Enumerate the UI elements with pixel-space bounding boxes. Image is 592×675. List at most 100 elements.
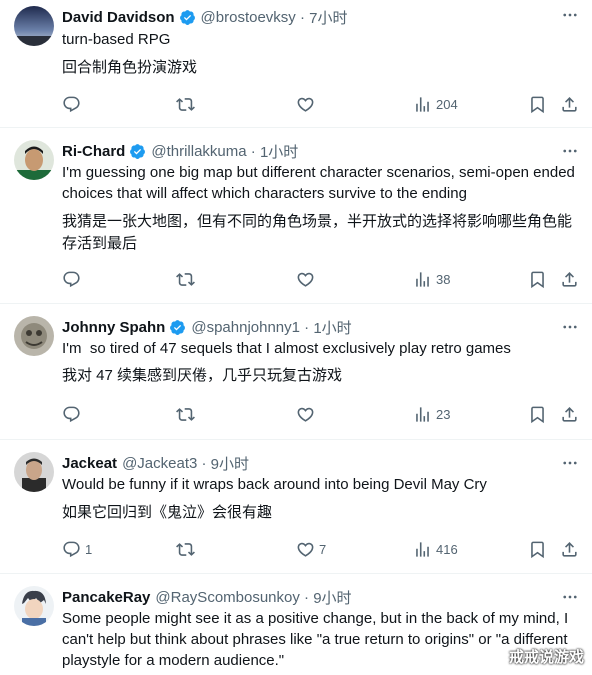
handle[interactable]: @brostoevksy bbox=[201, 9, 296, 26]
bookmark-button[interactable] bbox=[528, 540, 547, 559]
like-count: 7 bbox=[319, 542, 327, 557]
share-button[interactable] bbox=[560, 95, 579, 114]
like-button[interactable]: 7 bbox=[296, 540, 326, 559]
display-name[interactable]: Ri-Chard bbox=[62, 143, 125, 160]
retweet-button[interactable] bbox=[176, 405, 199, 424]
action-bar: 1 7 416 bbox=[58, 540, 582, 564]
timestamp[interactable]: 1小时 bbox=[260, 141, 298, 162]
more-options-icon[interactable] bbox=[560, 318, 580, 336]
timestamp[interactable]: 9小时 bbox=[211, 453, 249, 474]
reply-icon bbox=[63, 541, 80, 558]
display-name[interactable]: Jackeat bbox=[62, 455, 117, 472]
view-count: 204 bbox=[436, 97, 458, 112]
reply-button[interactable] bbox=[62, 270, 85, 289]
analytics-icon bbox=[416, 407, 429, 422]
tweet-header: Ri-Chard @thrillakkuma · 1小时 bbox=[62, 140, 552, 162]
analytics-icon bbox=[416, 542, 429, 557]
handle[interactable]: @Jackeat3 bbox=[122, 455, 197, 472]
tweet-text-en: I'm so tired of 47 sequels that I almost… bbox=[62, 340, 511, 357]
tweet-header: Johnny Spahn @spahnjohnny1 · 1小时 bbox=[62, 316, 552, 338]
timestamp[interactable]: 1小时 bbox=[313, 317, 351, 338]
tweet-text-zh: 如果它回归到《鬼泣》会很有趣 bbox=[62, 504, 273, 521]
tweet[interactable]: David Davidson @brostoevksy · 7小时 turn-b… bbox=[0, 0, 592, 128]
avatar[interactable] bbox=[14, 6, 54, 46]
tweet-text-en: Some people might see it as a positive c… bbox=[62, 610, 569, 669]
display-name[interactable]: PancakeRay bbox=[62, 589, 150, 606]
retweet-button[interactable] bbox=[176, 540, 199, 559]
reply-button[interactable] bbox=[62, 405, 85, 424]
watermark: 戒戒说游戏 bbox=[508, 649, 584, 666]
separator-dot: · bbox=[197, 454, 211, 472]
bookmark-button[interactable] bbox=[528, 270, 547, 289]
separator-dot: · bbox=[295, 8, 310, 26]
action-bar: 204 bbox=[58, 95, 582, 119]
more-options-icon[interactable] bbox=[560, 142, 580, 160]
tweet[interactable]: Jackeat @Jackeat3 · 9小时 Would be funny i… bbox=[0, 440, 592, 574]
tweet-text: Some people might see it as a positive c… bbox=[62, 608, 580, 671]
bookmark-icon bbox=[531, 541, 544, 559]
more-options-icon[interactable] bbox=[560, 454, 580, 472]
timestamp[interactable]: 9小时 bbox=[313, 587, 351, 608]
tweet-text-en: Would be funny if it wraps back around i… bbox=[62, 476, 487, 493]
tweet-text-en: turn-based RPG bbox=[62, 31, 171, 48]
verified-badge-icon bbox=[170, 319, 186, 335]
timestamp[interactable]: 7小时 bbox=[309, 7, 347, 28]
separator-dot: · bbox=[299, 588, 314, 606]
views-button[interactable]: 416 bbox=[413, 540, 458, 559]
avatar[interactable] bbox=[14, 452, 54, 492]
tweet-header: David Davidson @brostoevksy · 7小时 bbox=[62, 6, 552, 28]
tweet[interactable]: Johnny Spahn @spahnjohnny1 · 1小时 I'm so … bbox=[0, 304, 592, 440]
tweet-text: Would be funny if it wraps back around i… bbox=[62, 474, 580, 523]
separator-dot: · bbox=[299, 318, 314, 336]
avatar[interactable] bbox=[14, 586, 54, 626]
reply-icon bbox=[63, 96, 80, 113]
retweet-icon bbox=[176, 543, 195, 556]
more-options-icon[interactable] bbox=[560, 588, 580, 606]
handle[interactable]: @thrillakkuma bbox=[151, 143, 246, 160]
like-button[interactable] bbox=[296, 95, 319, 114]
reply-button[interactable] bbox=[62, 95, 85, 114]
retweet-icon bbox=[176, 98, 195, 111]
avatar[interactable] bbox=[14, 316, 54, 356]
bookmark-button[interactable] bbox=[528, 405, 547, 424]
tweet[interactable]: PancakeRay @RayScombosunkoy · 9小时 Some p… bbox=[0, 574, 592, 675]
like-button[interactable] bbox=[296, 270, 319, 289]
analytics-icon bbox=[416, 97, 429, 112]
reply-icon bbox=[63, 271, 80, 288]
tweet-text: I'm so tired of 47 sequels that I almost… bbox=[62, 338, 580, 386]
reply-icon bbox=[63, 406, 80, 423]
share-icon bbox=[562, 97, 577, 112]
share-icon bbox=[562, 542, 577, 557]
view-count: 23 bbox=[436, 407, 451, 422]
views-button[interactable]: 23 bbox=[413, 405, 450, 424]
display-name[interactable]: Johnny Spahn bbox=[62, 319, 165, 336]
tweet-text-zh: 回合制角色扮演游戏 bbox=[62, 59, 198, 76]
reply-count: 1 bbox=[85, 542, 93, 557]
heart-icon bbox=[297, 97, 314, 112]
retweet-button[interactable] bbox=[176, 270, 199, 289]
share-button[interactable] bbox=[560, 540, 579, 559]
verified-badge-icon bbox=[130, 143, 146, 159]
tweet-text: I'm guessing one big map but different c… bbox=[62, 162, 580, 255]
heart-icon bbox=[297, 407, 314, 422]
bookmark-button[interactable] bbox=[528, 95, 547, 114]
share-icon bbox=[562, 272, 577, 287]
retweet-button[interactable] bbox=[176, 95, 199, 114]
share-button[interactable] bbox=[560, 405, 579, 424]
like-button[interactable] bbox=[296, 405, 319, 424]
share-button[interactable] bbox=[560, 270, 579, 289]
avatar[interactable] bbox=[14, 140, 54, 180]
action-bar: 23 bbox=[58, 405, 582, 429]
views-button[interactable]: 38 bbox=[413, 270, 450, 289]
tweet-text-zh: 我猜是一张大地图，但有不同的角色场景，半开放式的选择将影响哪些角色能存活到最后 bbox=[62, 213, 573, 252]
tweet[interactable]: Ri-Chard @thrillakkuma · 1小时 I'm guessin… bbox=[0, 128, 592, 304]
verified-badge-icon bbox=[179, 9, 195, 25]
reply-button[interactable]: 1 bbox=[62, 540, 92, 559]
more-options-icon[interactable] bbox=[560, 6, 580, 24]
views-button[interactable]: 204 bbox=[413, 95, 458, 114]
retweet-icon bbox=[176, 408, 195, 421]
display-name[interactable]: David Davidson bbox=[62, 9, 175, 26]
handle[interactable]: @RayScombosunkoy bbox=[155, 589, 299, 606]
handle[interactable]: @spahnjohnny1 bbox=[191, 319, 300, 336]
heart-icon bbox=[297, 272, 314, 287]
